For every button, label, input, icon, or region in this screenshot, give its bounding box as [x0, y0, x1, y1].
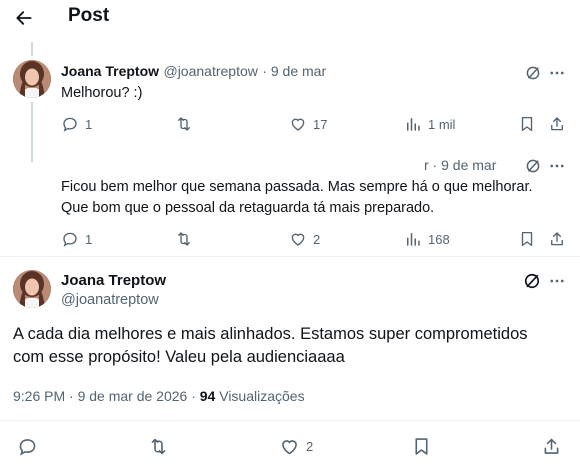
divider: [0, 256, 580, 257]
page-title: Post: [68, 5, 110, 26]
post-text: Melhorou? :): [61, 85, 143, 101]
reply-header: Joana Treptow @joanatreptow · 9 de mar: [61, 63, 326, 81]
avatar-image: [13, 270, 51, 308]
reply-button[interactable]: [17, 436, 38, 457]
like-button[interactable]: 2: [279, 436, 313, 457]
more-icon[interactable]: [548, 157, 566, 175]
repost-button[interactable]: [148, 436, 169, 457]
author-handle[interactable]: @joanatreptow: [61, 292, 159, 308]
thread-line: [31, 102, 33, 162]
header: Post: [0, 0, 580, 34]
post-timestamp[interactable]: 9:26 PM · 9 de mar de 2026 ·: [13, 388, 200, 404]
post-date[interactable]: · 9 de mar: [262, 63, 326, 79]
post-text-line: A cada dia melhores e mais alinhados. Es…: [13, 325, 528, 343]
author-name[interactable]: Joana Treptow: [61, 63, 159, 79]
repost-icon: [178, 232, 190, 246]
reply-count: 1: [85, 231, 93, 247]
repost-button[interactable]: [175, 230, 193, 248]
views-button[interactable]: 1 mil: [404, 115, 455, 133]
post-meta: 9:26 PM · 9 de mar de 2026 · 94 Visualiz…: [13, 388, 305, 404]
post-text-line: com esse propósito! Valeu pela audiencia…: [13, 348, 345, 366]
repost-icon: [151, 438, 166, 455]
thread-line: [31, 42, 33, 56]
author-name[interactable]: Joana Treptow: [61, 272, 166, 289]
bookmark-icon[interactable]: [411, 436, 432, 457]
author-handle[interactable]: @joanatreptow: [163, 63, 257, 79]
bookmark-icon[interactable]: [518, 230, 536, 248]
like-button[interactable]: 2: [289, 230, 320, 248]
reply-icon: [63, 232, 77, 247]
share-icon[interactable]: [548, 115, 566, 133]
arrow-left-icon[interactable]: [14, 8, 34, 28]
post-date[interactable]: r · 9 de mar: [424, 157, 496, 173]
views-label: Visualizações: [219, 388, 305, 404]
heart-icon: [291, 118, 305, 131]
like-button[interactable]: 17: [289, 115, 327, 133]
like-count: 17: [313, 116, 328, 132]
repost-icon: [178, 117, 190, 131]
share-icon[interactable]: [548, 230, 566, 248]
post-text-line: Ficou bem melhor que semana passada. Mas…: [61, 179, 533, 195]
grok-icon[interactable]: [524, 157, 542, 175]
reply-button[interactable]: 1: [61, 115, 92, 133]
grok-icon[interactable]: [524, 64, 542, 82]
repost-button[interactable]: [175, 115, 193, 133]
avatar-image: [13, 60, 51, 98]
avatar[interactable]: [13, 270, 51, 308]
divider: [0, 420, 580, 421]
views-count: 1 mil: [428, 116, 456, 132]
views-icon: [407, 233, 420, 246]
heart-icon: [282, 440, 297, 455]
reply-count: 1: [85, 116, 93, 132]
grok-icon[interactable]: [522, 271, 542, 291]
avatar[interactable]: [13, 60, 51, 98]
post-text-line: Que bom que o pessoal da retaguarda tá m…: [61, 200, 435, 216]
reply-icon: [19, 439, 36, 456]
reply-button[interactable]: 1: [61, 230, 92, 248]
like-count: 2: [306, 439, 314, 454]
views-icon: [407, 118, 420, 131]
views-button[interactable]: 168: [404, 230, 450, 248]
more-icon[interactable]: [548, 272, 566, 290]
views-count: 94: [199, 388, 216, 404]
views-count: 168: [428, 231, 450, 247]
heart-icon: [291, 233, 305, 246]
like-count: 2: [313, 231, 321, 247]
reply-icon: [63, 117, 77, 132]
bookmark-icon[interactable]: [518, 115, 536, 133]
share-icon[interactable]: [541, 436, 562, 457]
more-icon[interactable]: [548, 64, 566, 82]
